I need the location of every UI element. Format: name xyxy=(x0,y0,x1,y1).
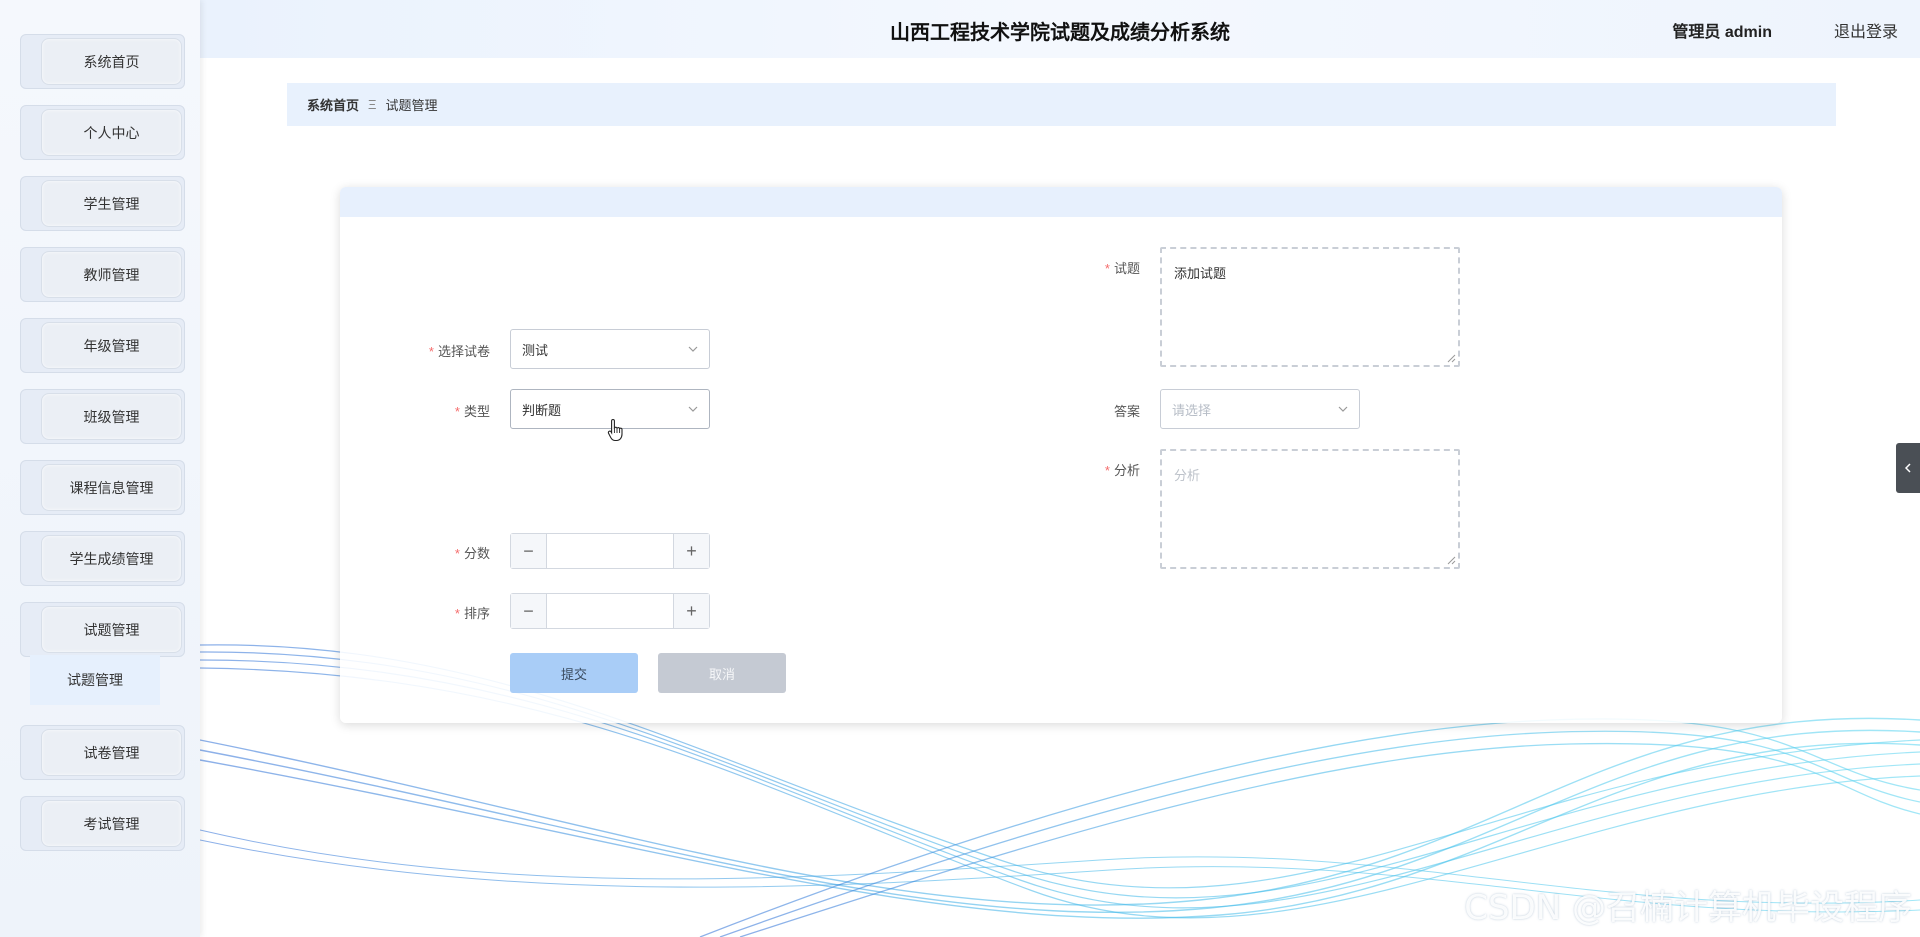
cancel-button[interactable]: 取消 xyxy=(658,653,786,693)
required-mark: * xyxy=(454,606,460,621)
breadcrumb-current: 试题管理 xyxy=(385,98,438,113)
order-label-text: 排序 xyxy=(463,606,490,621)
sidebar-item-label: 个人中心 xyxy=(41,109,182,156)
score-decrement-button[interactable]: − xyxy=(511,534,547,568)
sidebar-item-label: 系统首页 xyxy=(41,38,182,85)
required-mark: * xyxy=(428,344,434,359)
watermark: CSDN @召楠计算机毕设程序 xyxy=(1464,888,1912,928)
resize-grip-icon xyxy=(1447,354,1456,363)
answer-select[interactable]: 请选择 xyxy=(1160,389,1360,429)
score-input[interactable] xyxy=(548,534,672,568)
hand-pointer-icon xyxy=(607,418,623,442)
paper-select[interactable]: 测试 xyxy=(510,329,710,369)
score-label: * 分数 xyxy=(370,543,490,562)
sidebar-item-label: 年级管理 xyxy=(41,322,182,369)
side-panel-toggle[interactable] xyxy=(1896,443,1920,493)
type-select-value: 判断题 xyxy=(522,402,562,418)
required-mark: * xyxy=(454,546,460,561)
answer-select-placeholder: 请选择 xyxy=(1172,402,1212,418)
question-form-card: * 选择试卷 测试 * 类型 判断题 * 分数 − + * 排序 − + 提交 取消 *… xyxy=(340,187,1782,723)
score-stepper[interactable]: − + xyxy=(510,533,710,569)
order-stepper[interactable]: − + xyxy=(510,593,710,629)
resize-grip-icon xyxy=(1447,556,1456,565)
order-decrement-button[interactable]: − xyxy=(511,594,547,628)
order-input[interactable] xyxy=(548,594,672,628)
sidebar-item-exams[interactable]: 考试管理 xyxy=(20,796,185,851)
sidebar-item-label: 学生管理 xyxy=(41,180,182,227)
score-label-text: 分数 xyxy=(463,546,490,561)
analysis-label-text: 分析 xyxy=(1113,463,1140,478)
required-mark: * xyxy=(454,404,460,419)
required-mark: * xyxy=(1104,463,1110,478)
answer-label: 答案 xyxy=(1020,401,1140,420)
sidebar-item-label: 学生成绩管理 xyxy=(41,535,182,582)
sidebar-item-label: 试题管理 xyxy=(41,606,182,653)
analysis-label: * 分析 xyxy=(1020,460,1140,479)
required-mark: * xyxy=(1104,261,1110,276)
paper-select-value: 测试 xyxy=(522,342,549,358)
sidebar-item-questions[interactable]: 试题管理 xyxy=(20,602,185,657)
current-user: 管理员 admin xyxy=(1672,24,1772,41)
score-increment-button[interactable]: + xyxy=(673,534,709,568)
logout-link[interactable]: 退出登录 xyxy=(1834,18,1898,42)
sidebar-item-teachers[interactable]: 教师管理 xyxy=(20,247,185,302)
card-header xyxy=(340,187,1782,217)
sidebar-item-grades[interactable]: 年级管理 xyxy=(20,318,185,373)
sidebar-item-students[interactable]: 学生管理 xyxy=(20,176,185,231)
sidebar-item-label: 班级管理 xyxy=(41,393,182,440)
analysis-textarea-placeholder: 分析 xyxy=(1174,468,1201,483)
sidebar-item-scores[interactable]: 学生成绩管理 xyxy=(20,531,185,586)
breadcrumb-separator: Ξ xyxy=(368,97,377,112)
sidebar-item-label: 课程信息管理 xyxy=(41,464,182,511)
question-textarea-value: 添加试题 xyxy=(1174,266,1227,281)
sidebar-item-personal-center[interactable]: 个人中心 xyxy=(20,105,185,160)
submit-button[interactable]: 提交 xyxy=(510,653,638,693)
sidebar-item-label: 考试管理 xyxy=(41,800,182,847)
type-label-text: 类型 xyxy=(463,404,490,419)
question-textarea[interactable]: 添加试题 xyxy=(1160,247,1460,367)
app-title: 山西工程技术学院试题及成绩分析系统 xyxy=(890,22,1230,44)
chevron-down-icon xyxy=(688,346,698,352)
order-increment-button[interactable]: + xyxy=(673,594,709,628)
sidebar-item-home[interactable]: 系统首页 xyxy=(20,34,185,89)
chevron-down-icon xyxy=(688,406,698,412)
sidebar-item-classes[interactable]: 班级管理 xyxy=(20,389,185,444)
chevron-down-icon xyxy=(1338,406,1348,412)
answer-label-text: 答案 xyxy=(1113,404,1140,419)
question-label: * 试题 xyxy=(1020,258,1140,277)
breadcrumb: 系统首页 Ξ 试题管理 xyxy=(287,83,1836,126)
paper-label: * 选择试卷 xyxy=(370,341,490,360)
sidebar-item-courses[interactable]: 课程信息管理 xyxy=(20,460,185,515)
breadcrumb-home[interactable]: 系统首页 xyxy=(307,95,359,114)
type-label: * 类型 xyxy=(370,401,490,420)
order-label: * 排序 xyxy=(370,603,490,622)
sidebar-subitem-questions[interactable]: 试题管理 xyxy=(30,655,160,705)
sidebar-item-label: 试卷管理 xyxy=(41,729,182,776)
top-header: 山西工程技术学院试题及成绩分析系统 管理员 admin 退出登录 xyxy=(200,0,1920,58)
analysis-textarea[interactable]: 分析 xyxy=(1160,449,1460,569)
sidebar: 系统首页 个人中心 学生管理 教师管理 年级管理 班级管理 课程信息管理 学生成… xyxy=(0,0,200,937)
sidebar-item-papers[interactable]: 试卷管理 xyxy=(20,725,185,780)
chevron-left-icon xyxy=(1904,463,1911,473)
sidebar-item-label: 教师管理 xyxy=(41,251,182,298)
paper-label-text: 选择试卷 xyxy=(437,344,490,359)
question-label-text: 试题 xyxy=(1113,261,1140,276)
